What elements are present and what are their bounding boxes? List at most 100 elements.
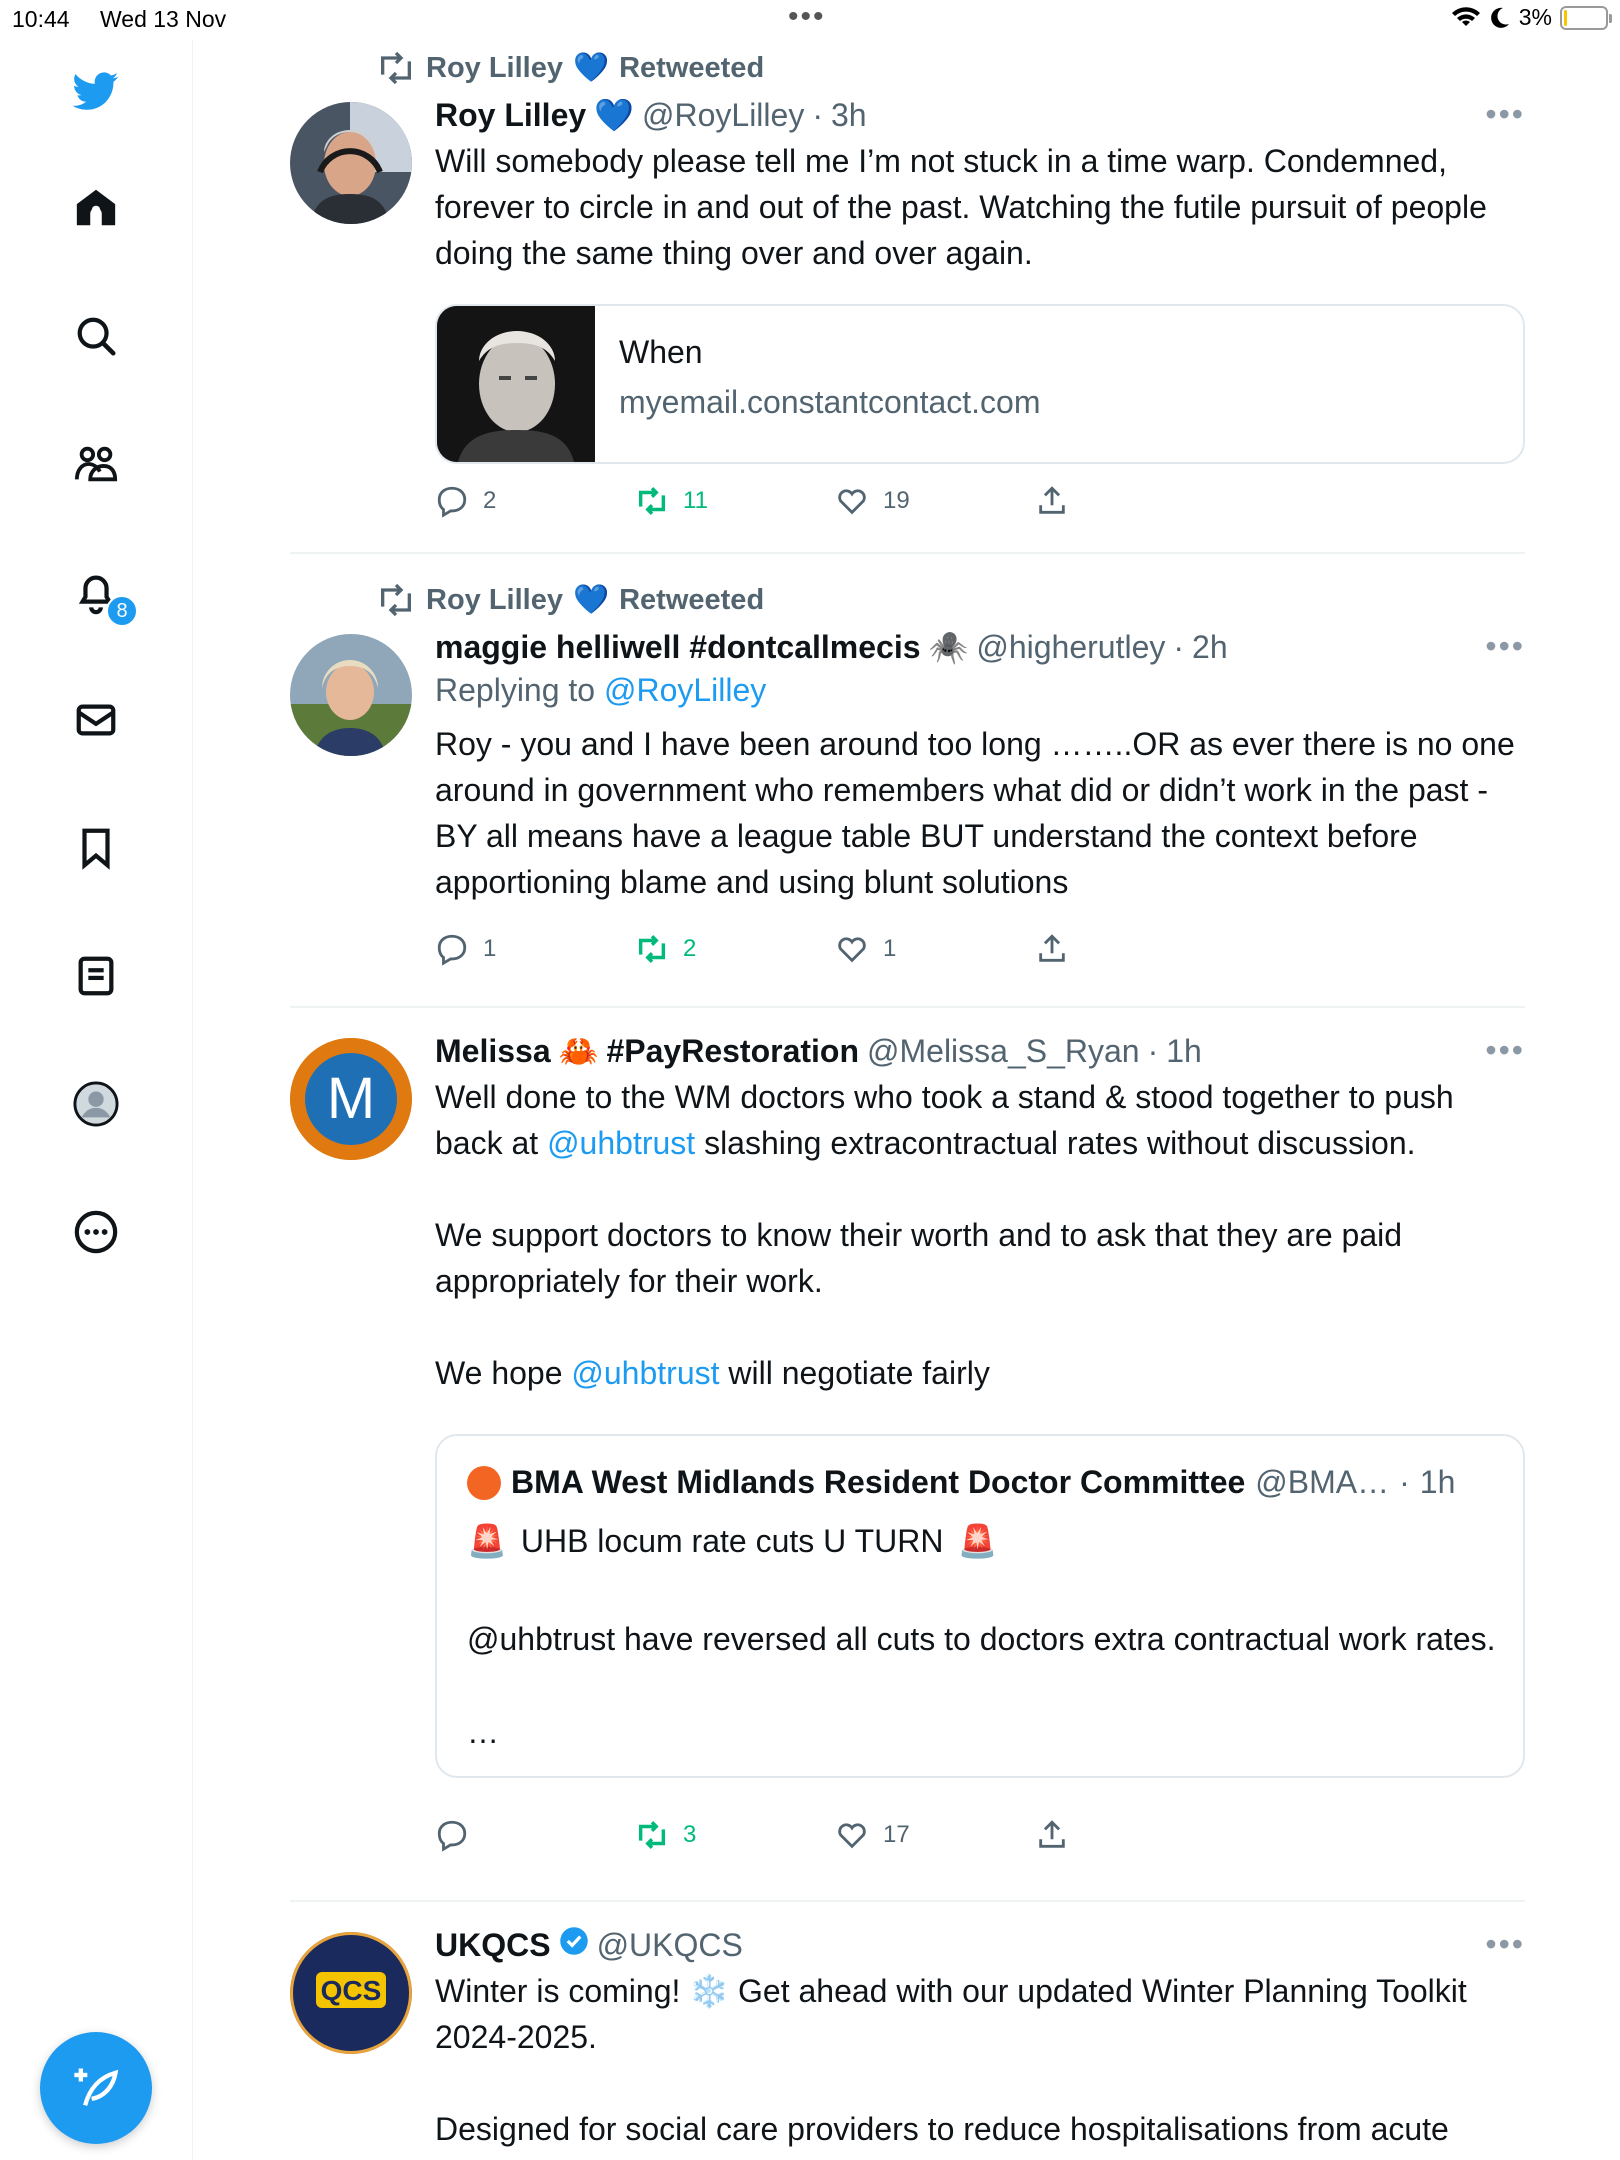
tweet-content: maggie helliwell #dontcallmecis 🕷️ @high… (435, 628, 1525, 905)
tweet-time[interactable]: 3h (831, 97, 867, 134)
retweet-button[interactable]: 3 (635, 1818, 696, 1852)
retweet-icon (381, 583, 411, 617)
tweet-text: Well done to the WM doctors who took a s… (435, 1074, 1525, 1396)
link-card-title: When (619, 334, 703, 370)
quoted-tweet-header: BMA West Midlands Resident Doctor Commit… (467, 1464, 1455, 1501)
author-handle[interactable]: @UKQCS (597, 1927, 743, 1964)
tweet-more-menu-icon[interactable]: ••• (1485, 1032, 1525, 1069)
tweet-text: Winter is coming! ❄️ Get ahead with our … (435, 1968, 1525, 2152)
retweet-button[interactable]: 11 (635, 484, 708, 518)
mention-link[interactable]: @uhbtrust (571, 1355, 719, 1391)
link-card[interactable]: When myemail.constantcontact.com (435, 304, 1525, 464)
compose-feather-icon (74, 2068, 119, 2106)
tweet-more-menu-icon[interactable]: ••• (1485, 628, 1525, 665)
quoted-author-name: BMA West Midlands Resident Doctor Commit… (511, 1464, 1246, 1500)
author-name[interactable]: Melissa (435, 1033, 551, 1070)
author-handle[interactable]: @higherutley (976, 629, 1165, 666)
share-icon (1039, 934, 1065, 962)
like-button[interactable]: 19 (835, 484, 910, 518)
reply-button[interactable]: 2 (435, 484, 496, 518)
author-name[interactable]: maggie helliwell #dontcallmecis (435, 629, 921, 666)
tweet-text-part: Winter is coming! (435, 1973, 690, 2009)
tweet-text-paragraph: We hope @uhbtrust will negotiate fairly (435, 1350, 1525, 1396)
separator-dot: · (1147, 1032, 1159, 1069)
like-count: 19 (883, 487, 910, 514)
status-right: 3% (1451, 4, 1612, 31)
quoted-author-handle: @BMA… (1255, 1464, 1390, 1500)
author-name[interactable]: UKQCS (435, 1927, 551, 1964)
share-button[interactable] (1035, 932, 1069, 966)
avatar-letter: M (327, 1066, 375, 1131)
quoted-tweet[interactable]: BMA West Midlands Resident Doctor Commit… (435, 1434, 1525, 1778)
like-count: 1 (883, 935, 897, 962)
moon-icon (1490, 7, 1509, 28)
siren-emoji-icon: 🚨 (957, 1523, 998, 1559)
heart-icon (838, 1823, 866, 1849)
spider-emoji-icon: 🕷️ (928, 629, 969, 665)
sidebar: 8 (0, 40, 193, 2160)
reply-button[interactable] (435, 1818, 469, 1852)
avatar[interactable]: M (290, 1038, 412, 1160)
author-name-hashtag[interactable]: #PayRestoration (606, 1033, 859, 1070)
author-name[interactable]: Roy Lilley (435, 97, 586, 134)
retweet-context: Roy Lilley 💙 Retweeted (376, 580, 764, 620)
link-card-domain: myemail.constantcontact.com (619, 384, 1041, 420)
like-button[interactable]: 17 (835, 1818, 910, 1852)
profile-avatar-icon[interactable] (70, 1078, 122, 1130)
search-icon[interactable] (70, 310, 122, 362)
like-count: 17 (883, 1821, 910, 1848)
separator-dot: · (1399, 1464, 1410, 1500)
tweet-more-menu-icon[interactable]: ••• (1485, 96, 1525, 133)
tweet-header: UKQCS @UKQCS (435, 1926, 1525, 1964)
verified-badge-icon (559, 1926, 589, 1964)
like-button[interactable]: 1 (835, 932, 896, 966)
more-options-icon[interactable] (70, 1206, 122, 1258)
blue-heart-icon: 💙 (573, 52, 610, 84)
communities-icon[interactable] (70, 438, 122, 490)
tweet-time[interactable]: 2h (1192, 629, 1228, 666)
quoted-text-line2: @uhbtrust have reversed all cuts to doct… (467, 1621, 1496, 1657)
tweet-text-paragraph: Designed for social care providers to re… (435, 2111, 1449, 2147)
timeline-feed: Roy Lilley 💙 Retweeted Roy Lilley 💙 @Roy… (290, 40, 1525, 2160)
status-bar: 10:44 Wed 13 Nov ••• 3% (0, 0, 1620, 40)
home-icon[interactable] (70, 182, 122, 234)
avatar[interactable] (290, 102, 412, 224)
tweet[interactable]: Roy Lilley 💙 Retweeted Roy Lilley 💙 @Roy… (290, 40, 1525, 554)
wifi-icon (1451, 6, 1480, 26)
lists-icon[interactable] (70, 950, 122, 1002)
tweet-more-menu-icon[interactable]: ••• (1485, 1926, 1525, 1963)
tweet-time[interactable]: 1h (1166, 1033, 1202, 1070)
retweeter-name[interactable]: Roy Lilley (426, 52, 563, 85)
tweet[interactable]: Roy Lilley 💙 Retweeted maggie helliwell … (290, 554, 1525, 1008)
reply-icon (437, 486, 467, 518)
share-button[interactable] (1035, 1818, 1069, 1852)
status-date: Wed 13 Nov (100, 6, 227, 32)
retweeted-label: Retweeted (619, 583, 765, 616)
separator-dot: · (812, 96, 823, 133)
avatar[interactable] (290, 634, 412, 756)
bookmarks-icon[interactable] (70, 822, 122, 874)
retweeter-name[interactable]: Roy Lilley (426, 584, 563, 617)
tweet-text: Will somebody please tell me I’m not stu… (435, 143, 1487, 271)
author-handle[interactable]: @RoyLilley (642, 97, 804, 134)
tweet[interactable]: QCS UKQCS @UKQCS ••• Winter is coming! ❄… (290, 1902, 1525, 2160)
mention-link[interactable]: @uhbtrust (547, 1125, 695, 1161)
snowflake-emoji-icon: ❄️ (689, 1973, 730, 2009)
messages-icon[interactable] (70, 694, 122, 746)
tweet-text-part: will negotiate fairly (719, 1355, 990, 1391)
reply-icon (437, 934, 467, 966)
replying-mention-link[interactable]: @RoyLilley (604, 672, 766, 708)
compose-tweet-button[interactable] (40, 2032, 152, 2144)
share-button[interactable] (1035, 484, 1069, 518)
twitter-logo-icon[interactable] (70, 65, 122, 117)
quoted-avatar[interactable] (467, 1465, 501, 1500)
tweet[interactable]: M Melissa 🦀 #PayRestoration @Melissa_S_R… (290, 1008, 1525, 1902)
heart-icon (838, 937, 866, 963)
retweet-count: 3 (683, 1821, 697, 1848)
battery-icon (1560, 5, 1612, 30)
author-handle[interactable]: @Melissa_S_Ryan (867, 1033, 1140, 1070)
reply-button[interactable]: 1 (435, 932, 496, 966)
retweet-button[interactable]: 2 (635, 932, 696, 966)
multitask-dots[interactable]: ••• (788, 0, 826, 34)
avatar[interactable]: QCS (290, 1932, 412, 2054)
